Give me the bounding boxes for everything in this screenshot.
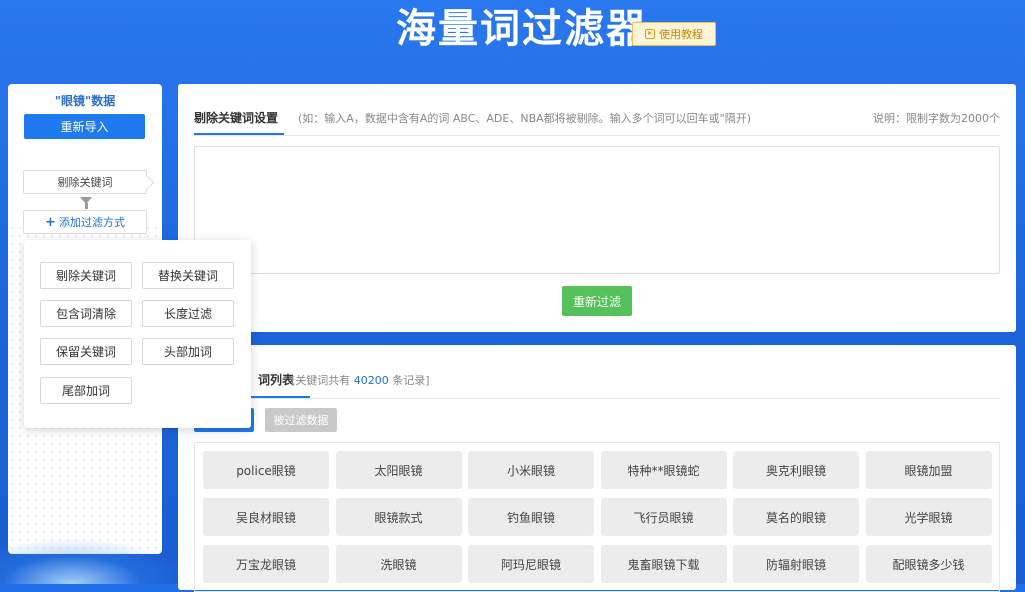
add-filter-button[interactable]: + 添加过滤方式 xyxy=(23,210,147,234)
tutorial-button[interactable]: 使用教程 xyxy=(632,22,716,46)
plus-icon: + xyxy=(45,214,56,230)
info-prefix: [关键词共有 xyxy=(291,374,351,387)
menu-item-suffix-word[interactable]: 尾部加词 xyxy=(40,377,132,404)
limit-note: 说明：限制字数为2000个 xyxy=(873,112,1000,125)
header: 海量词过滤器 使用教程 xyxy=(0,0,1025,70)
step-label: 剔除关键词 xyxy=(57,176,113,189)
app-title: 海量词过滤器 xyxy=(396,6,648,52)
divider xyxy=(194,398,1000,399)
decorative-glow xyxy=(0,540,180,584)
tab-remove-keyword-settings[interactable]: 剔除关键词设置 xyxy=(194,109,278,126)
keyword-item[interactable]: 光学眼镜 xyxy=(865,498,992,536)
menu-item-replace-keywords[interactable]: 替换关键词 xyxy=(142,262,234,289)
keyword-item[interactable]: 眼镜款式 xyxy=(335,498,462,536)
play-icon xyxy=(645,29,655,39)
add-filter-menu: 剔除关键词 替换关键词 包含词清除 长度过滤 保留关键词 头部加词 尾部加词 xyxy=(24,240,251,428)
tutorial-label: 使用教程 xyxy=(659,28,703,41)
menu-item-prefix-word[interactable]: 头部加词 xyxy=(142,338,234,365)
keyword-item[interactable]: 鬼畜眼镜下载 xyxy=(600,545,727,583)
menu-item-length-filter[interactable]: 长度过滤 xyxy=(142,300,234,327)
keyword-textarea[interactable] xyxy=(194,146,1000,274)
keyword-item[interactable]: 阿玛尼眼镜 xyxy=(468,545,594,583)
keyword-item[interactable]: 太阳眼镜 xyxy=(335,451,462,489)
filter-icon xyxy=(80,197,92,209)
add-filter-label: 添加过滤方式 xyxy=(58,216,125,229)
keyword-item[interactable]: 防辐射眼镜 xyxy=(733,545,859,583)
keyword-item[interactable]: 小米眼镜 xyxy=(468,451,594,489)
keyword-item[interactable]: 洗眼镜 xyxy=(335,545,462,583)
keyword-item[interactable]: 莫名的眼镜 xyxy=(733,498,859,536)
menu-item-remove-keywords[interactable]: 剔除关键词 xyxy=(40,262,132,289)
divider xyxy=(194,135,1000,136)
tab-keyword-list[interactable]: 词列表 xyxy=(258,371,294,388)
keyword-item[interactable]: 特种**眼镜蛇 xyxy=(600,451,727,489)
keyword-item[interactable]: 眼镜加盟 xyxy=(865,451,992,489)
keyword-grid: police眼镜 太阳眼镜 小米眼镜 特种**眼镜蛇 奥克利眼镜 眼镜加盟吴良材眼镜 眼镜款… xyxy=(194,442,1000,592)
filtered-data-button[interactable]: 被过滤数据 xyxy=(265,408,337,432)
keyword-item[interactable]: 奥克利眼镜 xyxy=(733,451,859,489)
record-count-info: [关键词共有 40200 条记录] xyxy=(291,372,430,388)
sidebar-title: "眼镜"数据 xyxy=(54,94,116,108)
keyword-item[interactable]: police眼镜 xyxy=(203,451,329,489)
refilter-button[interactable]: 重新过滤 xyxy=(562,286,632,316)
keyword-item[interactable]: 配眼镜多少钱 xyxy=(865,545,992,583)
step-remove-keywords[interactable]: 剔除关键词 xyxy=(23,170,147,194)
keyword-item[interactable]: 吴良材眼镜 xyxy=(203,498,329,536)
reimport-button[interactable]: 重新导入 xyxy=(24,114,145,139)
record-count: 40200 xyxy=(353,374,389,387)
info-suffix: 条记录] xyxy=(392,374,430,387)
menu-item-contains-clear[interactable]: 包含词清除 xyxy=(40,300,132,327)
keyword-list-panel: 词列表 [关键词共有 40200 条记录] 被过滤数据 police眼镜 太阳眼镜… xyxy=(178,345,1016,592)
hint-text: (如：输入A，数据中含有A的词 ABC、ADE、NBA都将被剔除。输入多个词可以… xyxy=(298,112,751,125)
filter-settings-panel: 剔除关键词设置 (如：输入A，数据中含有A的词 ABC、ADE、NBA都将被剔除… xyxy=(178,84,1016,332)
keyword-item[interactable]: 钓鱼眼镜 xyxy=(468,498,594,536)
keyword-item[interactable]: 飞行员眼镜 xyxy=(600,498,727,536)
keyword-item[interactable]: 万宝龙眼镜 xyxy=(203,545,329,583)
menu-item-keep-keywords[interactable]: 保留关键词 xyxy=(40,338,132,365)
